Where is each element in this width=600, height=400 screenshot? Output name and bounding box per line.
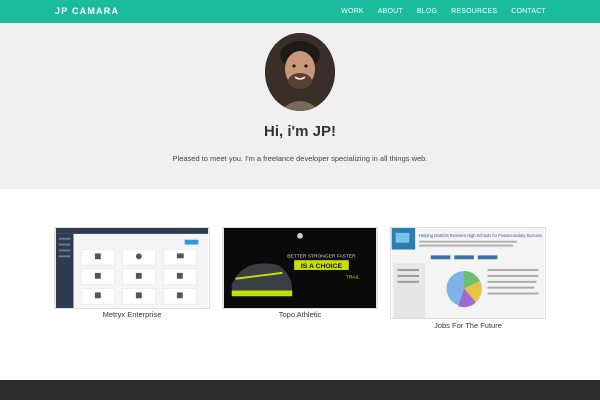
work-title-metryx[interactable]: Metryx Enterprise (54, 310, 210, 319)
topo-thumbnail[interactable]: BETTER STRONGER FASTER IS A CHOICE TRAIL (222, 227, 378, 309)
hero-section: Hi, i'm JP! Pleased to meet you. I'm a f… (0, 23, 600, 189)
topo-thumb-line1: BETTER STRONGER FASTER (287, 253, 356, 259)
nav-link-resources[interactable]: RESOURCES (451, 0, 497, 23)
work-item-topo[interactable]: BETTER STRONGER FASTER IS A CHOICE TRAIL… (222, 227, 378, 322)
jff-thumb-heading: Helping Districts Reinvent High Schools … (419, 233, 542, 238)
top-navbar: JP CAMARA WORK ABOUT BLOG RESOURCES CONT… (0, 0, 600, 23)
hero-subtitle: Pleased to meet you. I'm a freelance dev… (172, 154, 428, 163)
profile-photo-image (265, 33, 335, 111)
main-nav: WORK ABOUT BLOG RESOURCES CONTACT (327, 0, 546, 23)
work-item-metryx[interactable]: Metryx Enterprise (54, 227, 210, 322)
brand-logo[interactable]: JP CAMARA (55, 0, 119, 23)
nav-link-about[interactable]: ABOUT (378, 0, 403, 23)
hero-title: Hi, i'm JP! (264, 123, 336, 140)
nav-link-work[interactable]: WORK (341, 0, 364, 23)
topo-thumb-line2: IS A CHOICE (301, 263, 343, 270)
jff-thumbnail[interactable]: Helping Districts Reinvent High Schools … (390, 227, 546, 319)
work-title-topo[interactable]: Topo Athletic (222, 310, 378, 319)
nav-link-blog[interactable]: BLOG (417, 0, 437, 23)
metryx-thumbnail[interactable] (54, 227, 210, 309)
nav-link-contact[interactable]: CONTACT (511, 0, 546, 23)
page-footer (0, 380, 600, 400)
work-item-jff[interactable]: Helping Districts Reinvent High Schools … (390, 227, 546, 332)
profile-photo (265, 33, 335, 111)
topo-thumb-line3: TRAIL (346, 275, 360, 281)
work-title-jff[interactable]: Jobs For The Future (390, 321, 546, 330)
